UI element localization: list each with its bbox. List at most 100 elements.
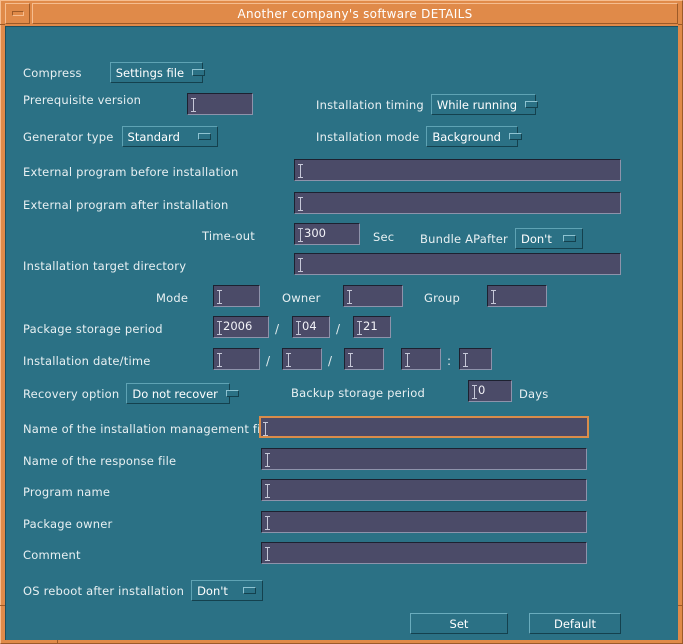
os-reboot-value: Don't — [197, 584, 235, 598]
installation-target-directory-input[interactable] — [294, 253, 621, 275]
external-program-before-label: External program before installation — [23, 165, 238, 179]
date-separator-1: / — [270, 322, 284, 336]
date-separator-text: / — [261, 354, 275, 368]
text-caret — [265, 484, 270, 498]
package-storage-period-day-input[interactable]: 21 — [353, 316, 391, 338]
program-name-input[interactable] — [261, 479, 587, 501]
minimize-button[interactable] — [5, 3, 30, 24]
installation-mode-dropdown[interactable]: Background — [426, 126, 518, 147]
os-reboot-dropdown[interactable]: Don't — [191, 580, 263, 601]
title-bar: Another company's software DETAILS — [5, 3, 678, 24]
set-button[interactable]: Set — [410, 613, 508, 634]
generator-type-value: Standard — [128, 130, 190, 144]
installation-management-file-input[interactable] — [259, 416, 589, 438]
owner-label: Owner — [282, 291, 321, 305]
text-caret — [286, 353, 291, 367]
package-storage-period-month-value: 04 — [296, 321, 317, 333]
installation-timing-dropdown[interactable]: While running — [431, 94, 536, 115]
text-caret — [265, 516, 270, 530]
prerequisite-version-label: Prerequisite version — [23, 93, 141, 107]
default-button[interactable]: Default — [529, 613, 621, 634]
generator-type-label: Generator type — [23, 130, 114, 144]
timeout-value: 300 — [298, 228, 326, 240]
field-row-os-reboot: OS reboot after installation Don't — [23, 580, 263, 601]
comment-label: Comment — [23, 548, 81, 562]
mode-input[interactable] — [213, 285, 260, 307]
backup-storage-period-unit-label: Days — [519, 387, 549, 401]
field-row-installation-timing: Installation timing While running — [316, 94, 536, 115]
chevron-down-icon — [509, 133, 522, 140]
recovery-option-value: Do not recover — [132, 387, 218, 401]
installation-datetime-label: Installation date/time — [23, 354, 151, 368]
field-row-compress: Compress Settings file — [23, 62, 203, 83]
comment-input[interactable] — [261, 542, 587, 564]
text-caret — [298, 164, 303, 178]
compress-dropdown[interactable]: Settings file — [110, 62, 203, 83]
bundle-apafter-value: Don't — [521, 232, 555, 246]
package-storage-period-year-input[interactable]: 2006 — [213, 316, 269, 338]
external-program-before-input[interactable] — [294, 159, 621, 181]
installation-management-file-label: Name of the installation management file — [23, 422, 271, 436]
installation-datetime-month-input[interactable] — [282, 348, 322, 370]
compress-value: Settings file — [116, 66, 184, 80]
text-caret — [405, 353, 410, 367]
text-caret — [298, 258, 303, 272]
backup-storage-period-unit: Days — [519, 387, 549, 401]
external-program-after-label: External program after installation — [23, 198, 228, 212]
frame-grip-right — [678, 605, 683, 606]
date-separator-text: / — [331, 322, 345, 336]
recovery-option-dropdown[interactable]: Do not recover — [126, 383, 230, 404]
owner-input[interactable] — [343, 285, 403, 307]
date-separator-2: / — [331, 322, 345, 336]
field-row-bundle-apafter: Bundle APafter Don't — [420, 228, 583, 249]
mode-label: Mode — [156, 291, 188, 305]
field-row-timeout: Time-out — [202, 229, 255, 243]
window-title: Another company's software DETAILS — [237, 7, 472, 21]
mode-label-wrap: Mode — [156, 291, 188, 305]
response-file-input[interactable] — [261, 448, 587, 470]
field-row-recovery-option: Recovery option Do not recover — [23, 383, 230, 404]
chevron-down-icon — [226, 390, 239, 397]
field-row-external-program-after: External program after installation — [23, 198, 228, 212]
group-label-wrap: Group — [424, 291, 460, 305]
text-caret — [265, 453, 270, 467]
installation-datetime-hour-input[interactable] — [401, 348, 441, 370]
field-row-backup-storage-period: Backup storage period — [291, 386, 425, 400]
installation-datetime-day-input[interactable] — [344, 348, 384, 370]
field-row-installation-mode: Installation mode Background — [316, 126, 518, 147]
dialog-window: Another company's software DETAILS Compr… — [0, 0, 683, 644]
field-row-installation-datetime: Installation date/time — [23, 354, 151, 368]
date-separator-text: / — [323, 354, 337, 368]
installation-datetime-minute-input[interactable] — [459, 348, 492, 370]
installation-mode-label: Installation mode — [316, 130, 419, 144]
group-input[interactable] — [487, 285, 547, 307]
field-row-program-name: Program name — [23, 485, 110, 499]
generator-type-dropdown[interactable]: Standard — [122, 126, 218, 147]
field-row-comment: Comment — [23, 548, 81, 562]
text-caret — [463, 353, 468, 367]
group-label: Group — [424, 291, 460, 305]
field-row-response-file: Name of the response file — [23, 454, 176, 468]
package-storage-period-label: Package storage period — [23, 322, 163, 336]
dialog-client-area: Compress Settings file Prerequisite vers… — [5, 26, 678, 640]
text-caret — [347, 290, 352, 304]
bundle-apafter-label: Bundle APafter — [420, 232, 508, 246]
external-program-after-input[interactable] — [294, 192, 621, 214]
backup-storage-period-input[interactable]: 0 — [468, 380, 512, 402]
frame-grip-top-left — [0, 24, 5, 25]
response-file-label: Name of the response file — [23, 454, 176, 468]
package-owner-label: Package owner — [23, 517, 112, 531]
date-separator-3: / — [261, 354, 275, 368]
prerequisite-version-input[interactable] — [187, 93, 253, 115]
field-row-installation-management-file: Name of the installation management file — [23, 422, 271, 436]
frame-grip-top-right — [678, 24, 683, 25]
field-row-package-storage-period: Package storage period — [23, 322, 163, 336]
bundle-apafter-dropdown[interactable]: Don't — [515, 228, 583, 249]
title-bar-caption[interactable]: Another company's software DETAILS — [32, 3, 678, 24]
installation-mode-value: Background — [432, 130, 501, 144]
installation-datetime-year-input[interactable] — [213, 348, 260, 370]
package-storage-period-month-input[interactable]: 04 — [292, 316, 330, 338]
package-owner-input[interactable] — [261, 511, 587, 533]
compress-label: Compress — [23, 66, 82, 80]
timeout-input[interactable]: 300 — [294, 223, 360, 245]
